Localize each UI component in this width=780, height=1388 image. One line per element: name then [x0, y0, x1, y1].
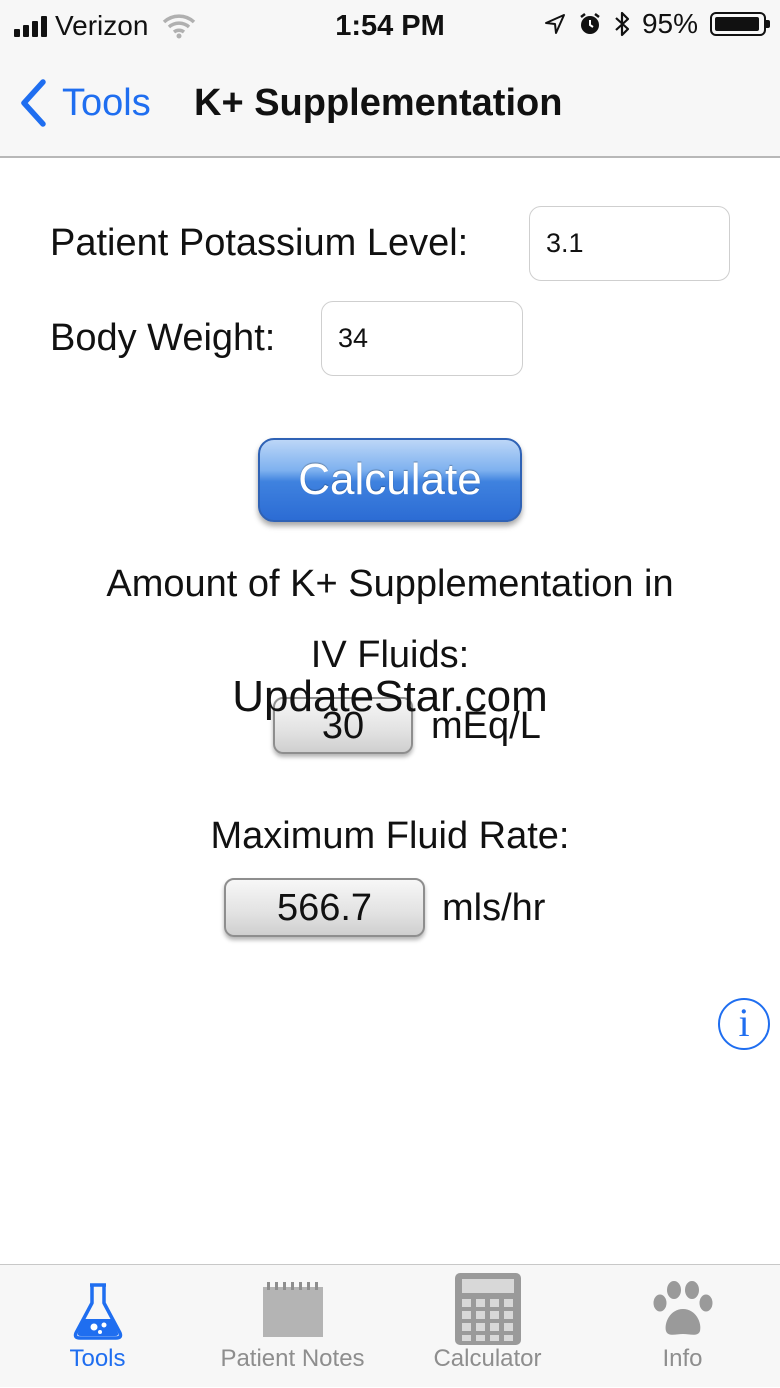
- tab-info[interactable]: Info: [585, 1265, 780, 1388]
- alarm-icon: [580, 13, 600, 34]
- location-icon: [544, 14, 565, 34]
- tab-patient-notes[interactable]: Patient Notes: [195, 1265, 390, 1388]
- navigation-bar: Tools K+ Supplementation: [0, 56, 780, 158]
- chevron-left-icon: [21, 79, 46, 127]
- rate-result-box: 566.7: [224, 878, 425, 937]
- tab-tools-label: Tools: [69, 1345, 126, 1372]
- battery-icon: [710, 12, 770, 36]
- weight-input[interactable]: [321, 301, 523, 376]
- tab-calculator[interactable]: Calculator: [390, 1265, 585, 1388]
- battery-fill: [715, 17, 759, 31]
- page-title: K+ Supplementation: [194, 82, 563, 124]
- supplement-heading-line2: IV Fluids:: [310, 634, 470, 676]
- rate-heading: Maximum Fluid Rate:: [210, 815, 570, 857]
- potassium-label: Patient Potassium Level:: [50, 222, 469, 264]
- tab-bar: Tools Patient Notes Calculator Info: [0, 1264, 780, 1387]
- bluetooth-icon: [615, 11, 630, 37]
- notepad-icon: [262, 1282, 323, 1337]
- back-button-label: Tools: [62, 81, 151, 124]
- flask-icon: [73, 1283, 122, 1340]
- back-button[interactable]: Tools: [18, 78, 151, 128]
- status-bar: Verizon 1:54 PM 95%: [0, 0, 780, 56]
- supplement-heading-line1: Amount of K+ Supplementation in: [106, 563, 674, 605]
- tab-calculator-label: Calculator: [433, 1345, 542, 1372]
- tab-patient-notes-label: Patient Notes: [220, 1345, 365, 1372]
- calculate-button[interactable]: Calculate: [258, 438, 522, 522]
- calculator-icon: [454, 1273, 521, 1345]
- weight-label: Body Weight:: [50, 317, 276, 359]
- status-right: 95%: [544, 8, 770, 40]
- tab-tools[interactable]: Tools: [0, 1265, 195, 1388]
- rate-unit: mls/hr: [442, 887, 546, 929]
- info-icon[interactable]: i: [718, 998, 770, 1050]
- paw-icon: [653, 1281, 712, 1335]
- watermark: UpdateStar.com: [232, 672, 548, 721]
- potassium-input[interactable]: [529, 206, 730, 281]
- battery-percent: 95%: [641, 8, 698, 39]
- tab-info-label: Info: [662, 1345, 703, 1372]
